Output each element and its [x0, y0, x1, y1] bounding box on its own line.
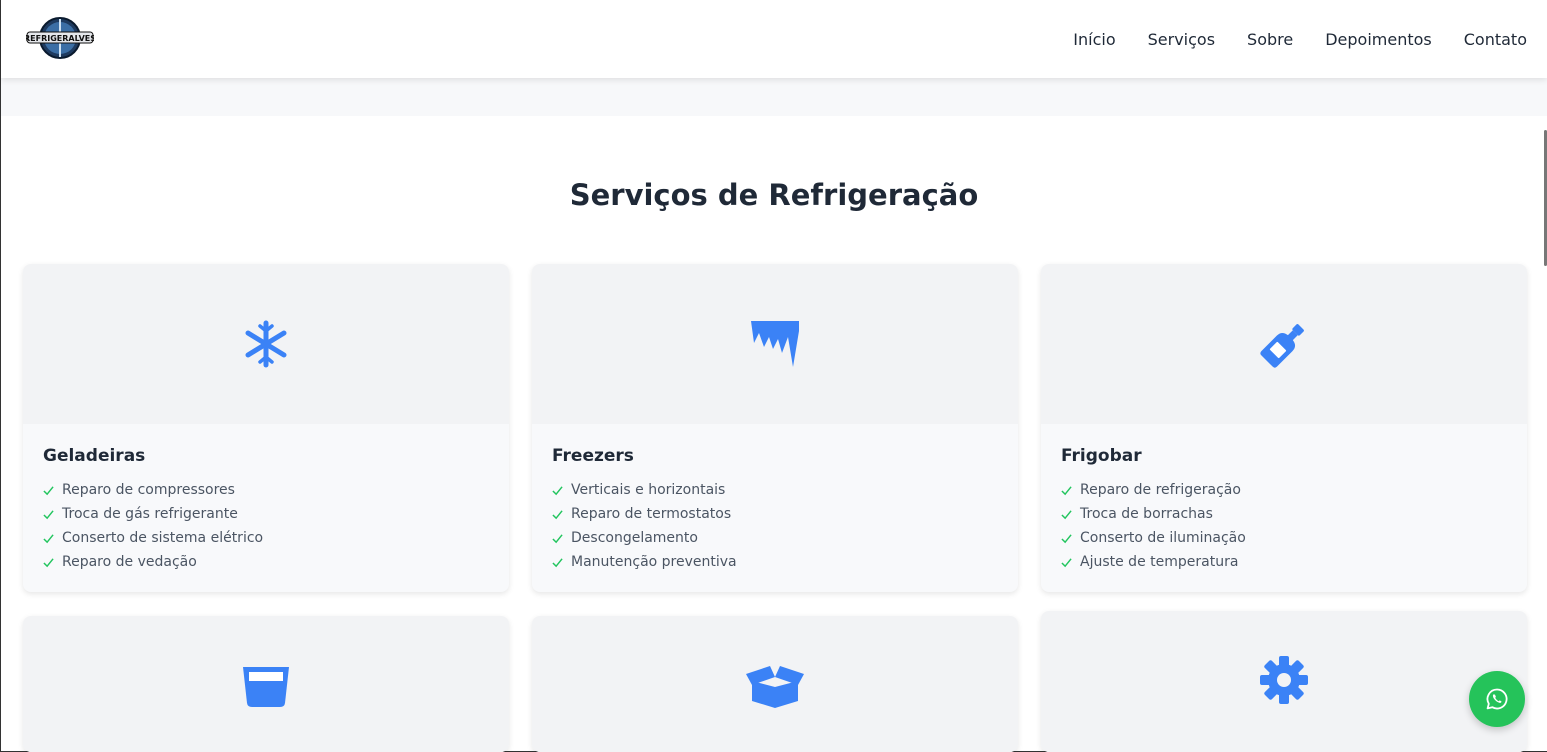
list-item: Ajuste de temperatura [1061, 550, 1507, 574]
card-icon-area [23, 616, 509, 752]
list-item: Manutenção preventiva [552, 550, 998, 574]
bottle-icon [1260, 324, 1304, 368]
check-icon [43, 485, 54, 495]
service-card-frigobar: Frigobar Reparo de refrigeração Troca de… [1041, 264, 1527, 592]
gear-icon [1260, 656, 1308, 704]
card-icon-area [532, 264, 1018, 424]
nav-inicio[interactable]: Início [1073, 30, 1115, 49]
card-icon-area [23, 264, 509, 424]
card-title: Freezers [552, 446, 634, 466]
card-title: Frigobar [1061, 446, 1142, 466]
glass-icon [243, 667, 289, 707]
service-card-freezers: Freezers Verticais e horizontais Reparo … [532, 264, 1018, 592]
icicles-icon [751, 321, 799, 367]
logo-text: REFRIGERALVES [26, 34, 94, 43]
nav-contato[interactable]: Contato [1464, 30, 1527, 49]
snowflake-icon [245, 320, 287, 368]
check-icon [552, 533, 563, 543]
nav-sobre[interactable]: Sobre [1247, 30, 1293, 49]
box-open-icon [746, 666, 804, 708]
nav-servicos[interactable]: Serviços [1148, 30, 1215, 49]
check-icon [1061, 557, 1072, 567]
list-item: Descongelamento [552, 526, 998, 550]
check-icon [43, 557, 54, 567]
card-icon-area [1041, 264, 1527, 424]
service-card-partial [23, 616, 509, 752]
card-icon-area [532, 616, 1018, 752]
main-nav: Início Serviços Sobre Depoimentos Contat… [1041, 0, 1527, 78]
list-item: Reparo de compressores [43, 478, 489, 502]
hero-bottom-band [1, 78, 1547, 116]
list-item: Reparo de vedação [43, 550, 489, 574]
list-item: Troca de borrachas [1061, 502, 1507, 526]
check-icon [1061, 509, 1072, 519]
check-icon [1061, 533, 1072, 543]
list-item: Conserto de iluminação [1061, 526, 1507, 550]
card-features: Reparo de compressores Troca de gás refr… [43, 478, 489, 574]
whatsapp-icon [1486, 688, 1508, 710]
list-item: Reparo de refrigeração [1061, 478, 1507, 502]
check-icon [43, 533, 54, 543]
card-title: Geladeiras [43, 446, 146, 466]
list-item: Conserto de sistema elétrico [43, 526, 489, 550]
card-features: Verticais e horizontais Reparo de termos… [552, 478, 998, 574]
list-item: Reparo de termostatos [552, 502, 998, 526]
service-card-partial [532, 616, 1018, 752]
list-item: Verticais e horizontais [552, 478, 998, 502]
check-icon [552, 485, 563, 495]
card-icon-area [1041, 611, 1527, 752]
check-icon [43, 509, 54, 519]
card-features: Reparo de refrigeração Troca de borracha… [1061, 478, 1507, 574]
whatsapp-button[interactable] [1469, 671, 1525, 727]
site-header: REFRIGERALVES Início Serviços Sobre Depo… [1, 0, 1547, 78]
nav-depoimentos[interactable]: Depoimentos [1325, 30, 1432, 49]
service-card-partial [1041, 611, 1527, 752]
list-item: Troca de gás refrigerante [43, 502, 489, 526]
logo[interactable]: REFRIGERALVES [26, 16, 94, 60]
check-icon [552, 557, 563, 567]
check-icon [552, 509, 563, 519]
check-icon [1061, 485, 1072, 495]
services-title: Serviços de Refrigeração [569, 178, 979, 212]
service-card-geladeiras: Geladeiras Reparo de compressores Troca … [23, 264, 509, 592]
